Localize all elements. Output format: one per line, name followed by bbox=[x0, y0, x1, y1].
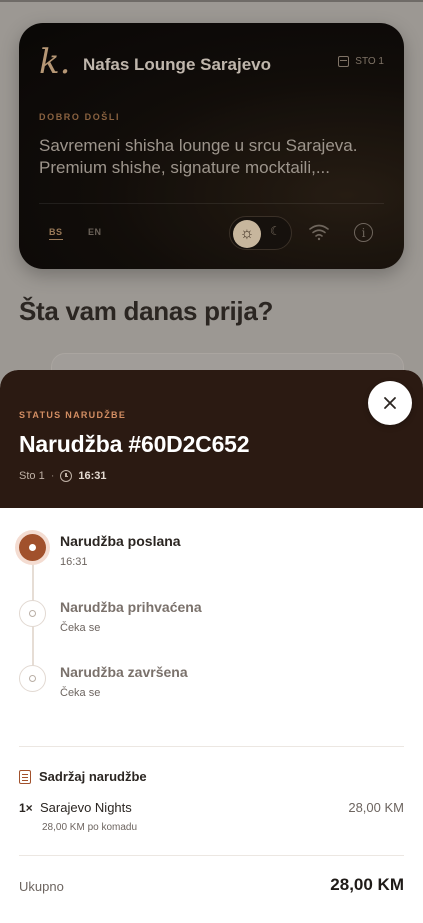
order-status-eyebrow: STATUS NARUDŽBE bbox=[19, 410, 127, 420]
welcome-eyebrow: DOBRO DOŠLI bbox=[39, 112, 121, 122]
order-time: 16:31 bbox=[78, 470, 107, 482]
step-title: Narudžba prihvaćena bbox=[60, 599, 202, 615]
order-item: 1× Sarajevo Nights 28,00 KM 28,00 KM po … bbox=[19, 800, 404, 837]
order-status-sheet: STATUS NARUDŽBE Narudžba #60D2C652 Sto 1… bbox=[0, 370, 423, 923]
wifi-icon[interactable] bbox=[309, 223, 329, 241]
language-en[interactable]: EN bbox=[88, 227, 102, 237]
venue-hero-card: k. Nafas Lounge Sarajevo STO 1 DOBRO DOŠ… bbox=[19, 23, 404, 269]
table-tag: STO 1 bbox=[338, 56, 384, 67]
step-title: Narudžba završena bbox=[60, 664, 188, 680]
step-done-icon bbox=[19, 534, 46, 561]
table-icon bbox=[338, 56, 350, 67]
step-title: Narudžba poslana bbox=[60, 533, 181, 549]
item-quantity: 1× bbox=[19, 801, 33, 815]
receipt-icon bbox=[19, 769, 31, 784]
order-title: Narudžba #60D2C652 bbox=[19, 431, 250, 457]
page-heading: Šta vam danas prija? bbox=[19, 296, 274, 326]
step-pending-icon bbox=[19, 600, 46, 627]
order-timeline: Narudžba poslana 16:31 Narudžba prihvaće… bbox=[0, 508, 423, 746]
total-label: Ukupno bbox=[19, 879, 64, 894]
sun-icon[interactable]: ☼ bbox=[233, 220, 261, 248]
top-edge bbox=[0, 0, 423, 2]
venue-name: Nafas Lounge Sarajevo bbox=[83, 55, 272, 74]
total-divider bbox=[19, 855, 404, 856]
hero-divider bbox=[39, 203, 384, 204]
moon-icon[interactable]: ☾ bbox=[270, 224, 281, 238]
theme-toggle[interactable]: ☼ ☾ bbox=[229, 216, 292, 250]
clock-icon bbox=[60, 470, 73, 482]
close-icon[interactable] bbox=[383, 396, 397, 410]
item-name: Sarajevo Nights bbox=[40, 800, 132, 815]
step-status: Čeka se bbox=[60, 687, 101, 699]
step-pending-icon bbox=[19, 665, 46, 692]
table-tag-label: STO 1 bbox=[355, 56, 384, 67]
venue-logo: k. bbox=[39, 42, 71, 82]
item-price: 28,00 KM bbox=[348, 800, 404, 815]
order-contents-heading: Sadržaj narudžbe bbox=[19, 769, 147, 784]
section-divider bbox=[19, 746, 404, 747]
order-table: Sto 1 bbox=[19, 470, 45, 482]
language-bs[interactable]: BS bbox=[49, 227, 63, 240]
meta-separator: · bbox=[50, 470, 55, 482]
close-button[interactable] bbox=[368, 381, 412, 425]
info-icon[interactable]: i bbox=[354, 223, 373, 242]
order-meta: Sto 1 · 16:31 bbox=[19, 470, 107, 482]
order-contents-label: Sadržaj narudžbe bbox=[39, 769, 147, 784]
step-status: 16:31 bbox=[60, 556, 88, 568]
venue-description: Savremeni shisha lounge u srcu Sarajeva.… bbox=[39, 136, 358, 177]
step-status: Čeka se bbox=[60, 622, 101, 634]
total-value: 28,00 KM bbox=[330, 875, 404, 894]
item-unit-price: 28,00 KM po komadu bbox=[42, 822, 138, 833]
order-header: STATUS NARUDŽBE Narudžba #60D2C652 Sto 1… bbox=[0, 370, 423, 508]
